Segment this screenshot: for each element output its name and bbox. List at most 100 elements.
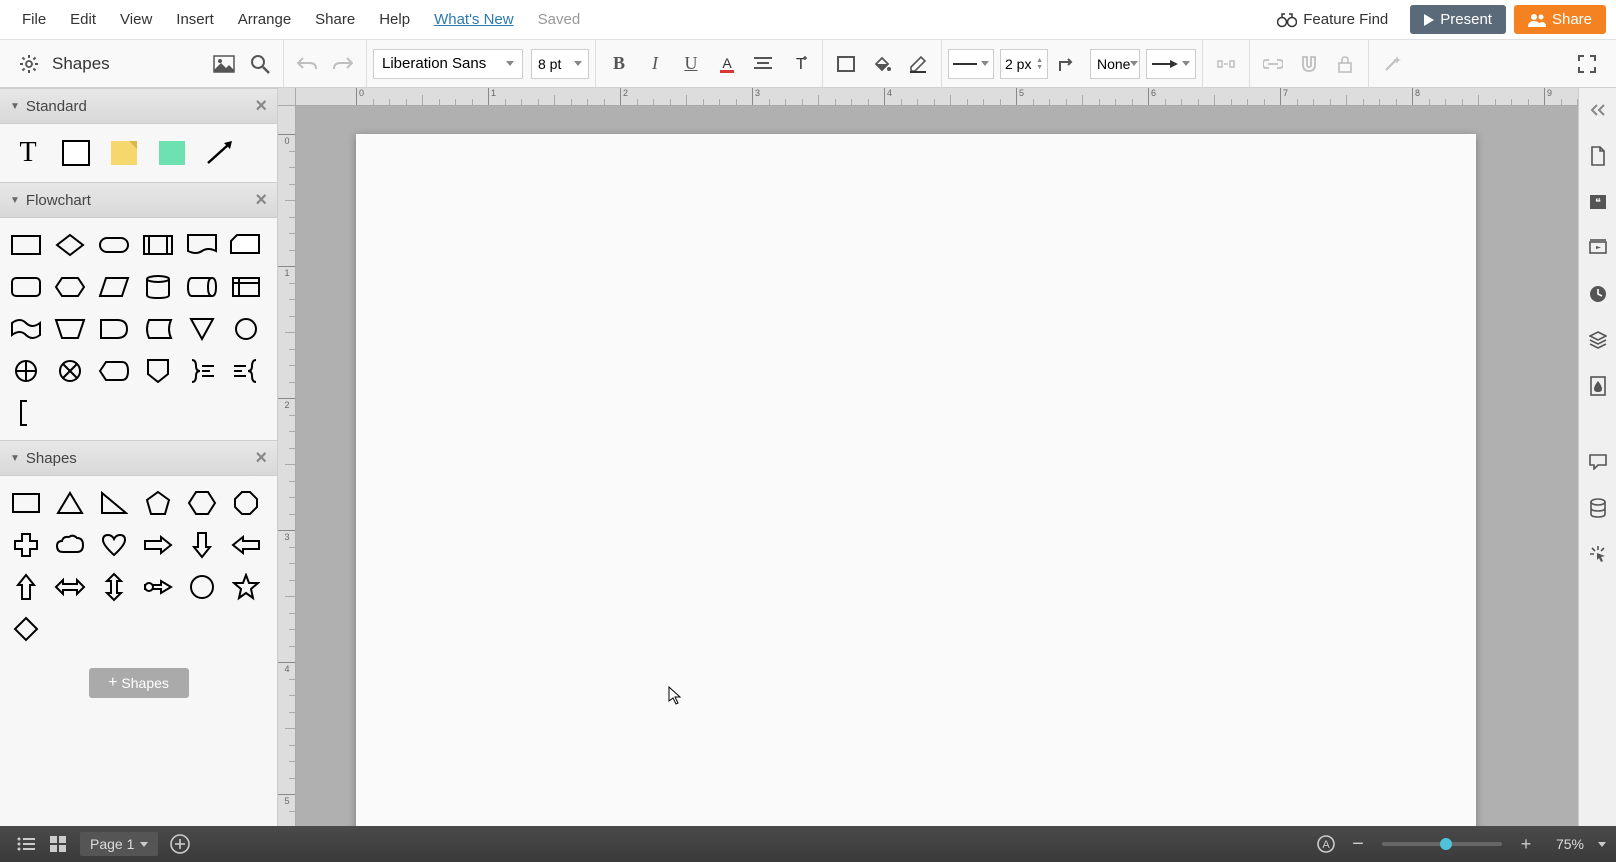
line-width-input[interactable]: 2 px ▲▼ — [1000, 49, 1048, 79]
border-color-button[interactable] — [901, 47, 935, 81]
chat-panel-button[interactable] — [1584, 448, 1612, 476]
menu-insert[interactable]: Insert — [164, 3, 226, 36]
menu-view[interactable]: View — [108, 3, 164, 36]
line-type-select[interactable]: None — [1090, 49, 1140, 79]
data-panel-button[interactable] — [1584, 494, 1612, 522]
brace-left-shape[interactable] — [226, 352, 266, 390]
pentagon-shape[interactable] — [138, 484, 178, 522]
collapse-panel-button[interactable] — [1584, 96, 1612, 124]
comments-panel-button[interactable]: ❝ — [1584, 188, 1612, 216]
category-header-flowchart[interactable]: ▼ Flowchart × — [0, 182, 277, 218]
search-shapes-button[interactable] — [243, 47, 277, 81]
distribute-button[interactable] — [1209, 47, 1243, 81]
text-shape[interactable]: T — [6, 132, 50, 174]
zoom-value[interactable]: 75% — [1550, 836, 1590, 852]
arrow-right-shape[interactable] — [138, 526, 178, 564]
outline-view-button[interactable] — [10, 830, 42, 858]
double-arrow-v-shape[interactable] — [94, 568, 134, 606]
more-shapes-button[interactable]: + Shapes — [89, 668, 189, 698]
stored-data-shape[interactable] — [138, 310, 178, 348]
alt-process-shape[interactable] — [6, 268, 46, 306]
menu-whats-new[interactable]: What's New — [422, 3, 526, 36]
align-button[interactable] — [746, 47, 780, 81]
theme-panel-button[interactable] — [1584, 372, 1612, 400]
undo-button[interactable] — [290, 47, 324, 81]
zoom-slider[interactable] — [1382, 842, 1502, 846]
star-shape[interactable] — [226, 568, 266, 606]
italic-button[interactable]: I — [638, 47, 672, 81]
arrow-left-shape[interactable] — [226, 526, 266, 564]
history-panel-button[interactable] — [1584, 280, 1612, 308]
sticky-note-green[interactable] — [150, 132, 194, 174]
process-shape[interactable] — [6, 226, 46, 264]
menu-arrange[interactable]: Arrange — [226, 3, 303, 36]
present-button[interactable]: Present — [1410, 5, 1506, 34]
bracket-shape[interactable] — [6, 394, 46, 432]
menu-file[interactable]: File — [10, 3, 58, 36]
cross-shape[interactable] — [6, 526, 46, 564]
insert-image-button[interactable] — [207, 47, 241, 81]
text-color-button[interactable]: A — [710, 47, 744, 81]
menu-help[interactable]: Help — [367, 3, 422, 36]
font-size-select[interactable]: 8 pt — [531, 49, 589, 79]
predefined-shape[interactable] — [138, 226, 178, 264]
database-shape[interactable] — [138, 268, 178, 306]
arrow-up-shape[interactable] — [6, 568, 46, 606]
font-family-select[interactable]: Liberation Sans — [373, 49, 523, 79]
offpage-shape[interactable] — [138, 352, 178, 390]
feature-find-button[interactable]: Feature Find — [1263, 11, 1402, 28]
sync-status-button[interactable]: A — [1310, 830, 1342, 858]
document-shape[interactable] — [182, 226, 222, 264]
settings-gear-button[interactable] — [12, 47, 46, 81]
zoom-out-button[interactable]: − — [1342, 830, 1374, 858]
heart-shape[interactable] — [94, 526, 134, 564]
redo-button[interactable] — [326, 47, 360, 81]
fullscreen-button[interactable] — [1570, 47, 1604, 81]
line-routing-button[interactable] — [1050, 47, 1084, 81]
connector-shape[interactable] — [226, 310, 266, 348]
right-triangle-shape[interactable] — [94, 484, 134, 522]
category-header-standard[interactable]: ▼ Standard × — [0, 88, 277, 124]
share-button[interactable]: Share — [1514, 5, 1606, 34]
canvas-viewport[interactable] — [296, 106, 1578, 826]
ruler-vertical[interactable]: 012345 — [278, 106, 296, 826]
rectangle-shape[interactable] — [54, 132, 98, 174]
or-shape[interactable] — [6, 352, 46, 390]
zoom-slider-knob[interactable] — [1440, 838, 1452, 850]
menu-share[interactable]: Share — [303, 3, 367, 36]
preparation-shape[interactable] — [50, 268, 90, 306]
triangle-shape[interactable] — [50, 484, 90, 522]
circle-shape[interactable] — [182, 568, 222, 606]
manual-op-shape[interactable] — [50, 310, 90, 348]
double-arrow-h-shape[interactable] — [50, 568, 90, 606]
link-button[interactable] — [1256, 47, 1290, 81]
page-tab[interactable]: Page 1 — [80, 832, 158, 856]
layers-panel-button[interactable] — [1584, 326, 1612, 354]
diamond-shape[interactable] — [6, 610, 46, 648]
magic-wand-button[interactable] — [1375, 47, 1409, 81]
arrow-down-shape[interactable] — [182, 526, 222, 564]
text-options-button[interactable]: T — [782, 47, 816, 81]
close-category-button[interactable]: × — [255, 189, 267, 212]
line-arrow-shape[interactable] — [198, 132, 242, 174]
callout-arrow-shape[interactable] — [138, 568, 178, 606]
category-header-shapes[interactable]: ▼ Shapes × — [0, 440, 277, 476]
menu-edit[interactable]: Edit — [58, 3, 108, 36]
line-style-select[interactable] — [948, 49, 994, 79]
underline-button[interactable]: U — [674, 47, 708, 81]
ruler-horizontal[interactable]: 0123456789 — [296, 88, 1578, 106]
terminator-shape[interactable] — [94, 226, 134, 264]
add-page-button[interactable] — [164, 830, 196, 858]
sticky-note-yellow[interactable] — [102, 132, 146, 174]
card-shape[interactable] — [226, 226, 266, 264]
octagon-shape[interactable] — [226, 484, 266, 522]
brace-right-shape[interactable] — [182, 352, 222, 390]
data-shape[interactable] — [94, 268, 134, 306]
close-category-button[interactable]: × — [255, 95, 267, 118]
close-category-button[interactable]: × — [255, 447, 267, 470]
zoom-in-button[interactable]: + — [1510, 830, 1542, 858]
fill-bucket-button[interactable] — [865, 47, 899, 81]
decision-shape[interactable] — [50, 226, 90, 264]
bold-button[interactable]: B — [602, 47, 636, 81]
internal-storage-shape[interactable] — [226, 268, 266, 306]
